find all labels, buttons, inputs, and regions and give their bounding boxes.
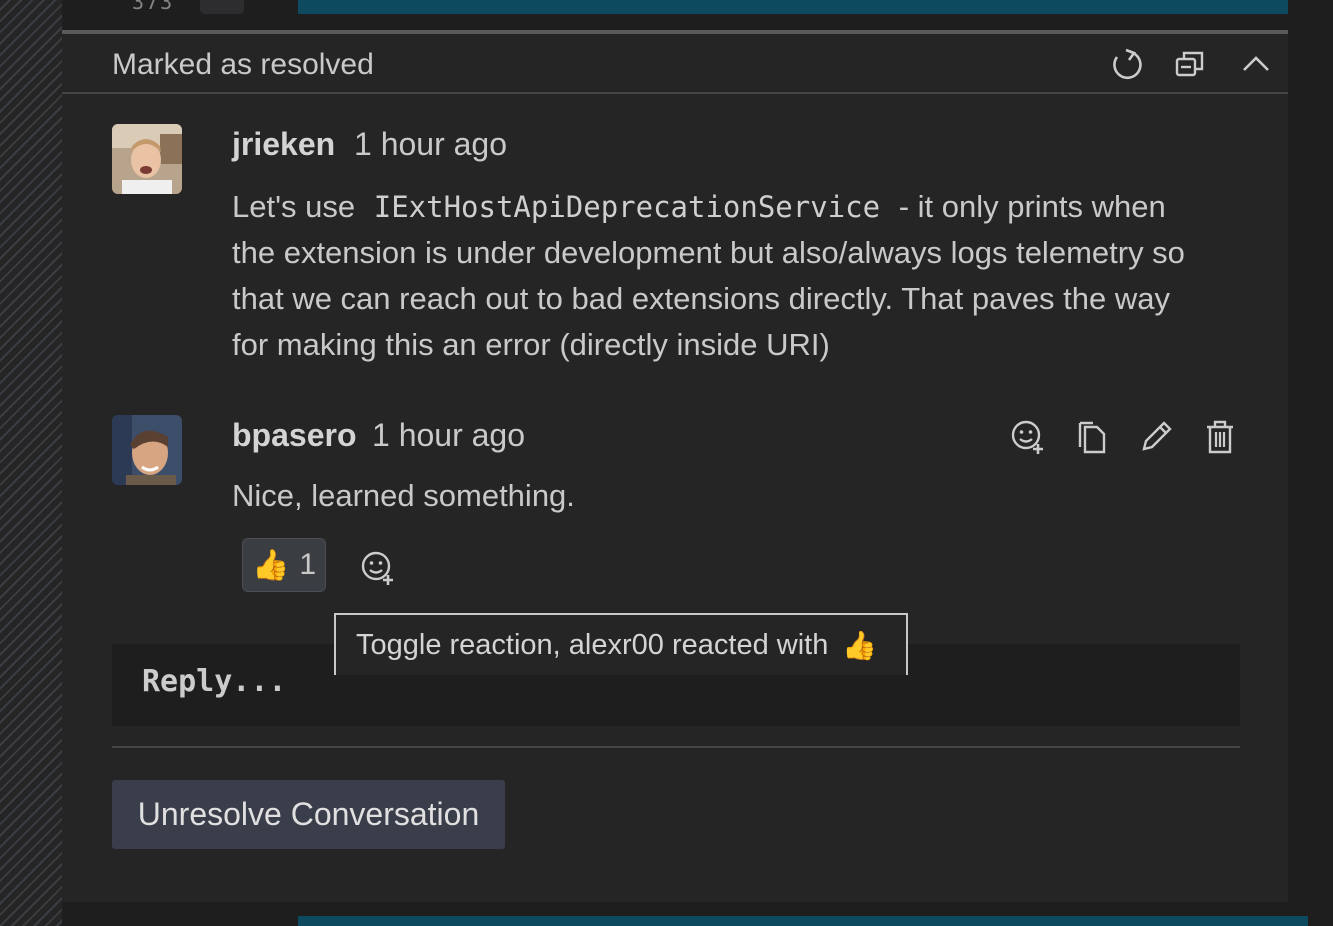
editor-gutter (0, 0, 62, 926)
comment-glyph[interactable] (200, 0, 244, 14)
chevron-up-icon[interactable] (1236, 44, 1276, 84)
thread-header: Marked as resolved (62, 34, 1288, 94)
comment-author[interactable]: jrieken (232, 126, 335, 163)
thumbs-up-icon: 👍 (842, 629, 878, 661)
comment-body: Let's use IExtHostApiDeprecationService … (232, 184, 1212, 368)
unresolve-conversation-button[interactable]: Unresolve Conversation (112, 780, 505, 849)
avatar-bpasero (112, 415, 182, 485)
code-line-highlight (298, 916, 1308, 926)
add-reaction-icon[interactable] (358, 548, 398, 588)
edit-icon[interactable] (1134, 415, 1178, 459)
reaction-thumbs-up-button[interactable]: 👍 1 (242, 538, 326, 592)
comment-body: Nice, learned something. (232, 478, 575, 513)
comment-thread-widget: Marked as resolved jrieken 1 hour ago Le… (62, 30, 1288, 906)
add-reaction-icon[interactable] (1006, 415, 1050, 459)
comment-jrieken: jrieken 1 hour ago Let's use IExtHostApi… (112, 124, 1242, 374)
reply-placeholder: Reply... (142, 664, 287, 699)
collapse-all-icon[interactable] (1170, 44, 1210, 84)
reaction-tooltip: Toggle reaction, alexr00 reacted with 👍 (334, 613, 908, 675)
thread-status-title: Marked as resolved (112, 48, 374, 81)
editor-top-area: 373 (62, 0, 1333, 30)
divider (112, 746, 1240, 748)
comment-author[interactable]: bpasero (232, 417, 356, 454)
inline-code: IExtHostApiDeprecationService (373, 190, 881, 224)
reaction-count: 1 (299, 548, 317, 581)
comment-text-part: Let's use (232, 189, 356, 224)
comment-timestamp[interactable]: 1 hour ago (372, 417, 525, 454)
line-number: 373 (132, 0, 175, 14)
editor-bottom-area (62, 902, 1333, 926)
refresh-icon[interactable] (1106, 44, 1146, 84)
editor-right-area (1288, 0, 1333, 926)
thumbs-up-icon: 👍 (251, 547, 290, 583)
comment-timestamp[interactable]: 1 hour ago (354, 126, 507, 163)
copy-icon[interactable] (1070, 415, 1114, 459)
avatar-jrieken (112, 124, 182, 194)
code-line-highlight (298, 0, 1308, 14)
delete-icon[interactable] (1198, 415, 1242, 459)
tooltip-text: Toggle reaction, alexr00 reacted with (356, 628, 829, 661)
